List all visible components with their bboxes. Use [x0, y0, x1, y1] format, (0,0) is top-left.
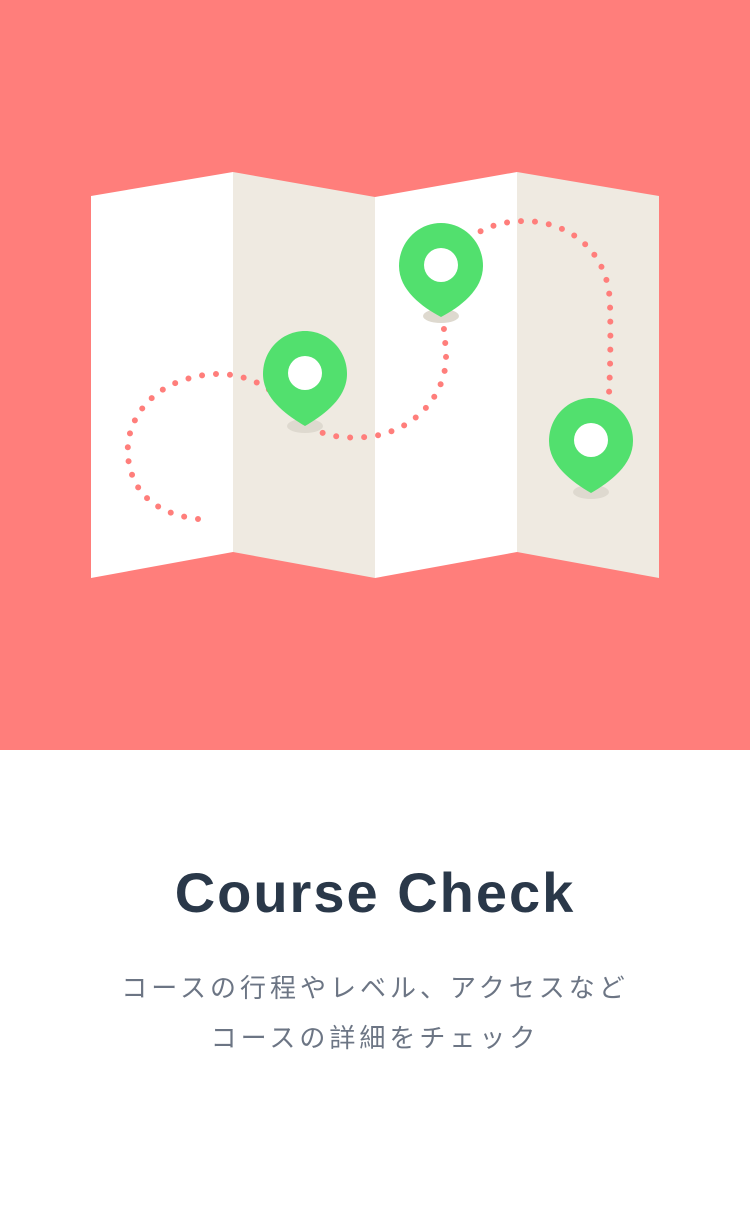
folded-map-icon — [91, 172, 659, 578]
map-illustration — [0, 0, 750, 750]
hero-illustration — [0, 0, 750, 750]
onboarding-screen: Course Check コースの行程やレベル、アクセスなど コースの詳細をチェ… — [0, 0, 750, 1224]
feature-description-line-2: コースの詳細をチェック — [210, 1024, 540, 1054]
feature-description-line-1: コースの行程やレベル、アクセスなど — [121, 974, 629, 1004]
feature-title: Course Check — [174, 861, 576, 924]
feature-copy: Course Check コースの行程やレベル、アクセスなど コースの詳細をチェ… — [0, 750, 750, 1224]
feature-description: コースの行程やレベル、アクセスなど コースの詳細をチェック — [0, 964, 750, 1064]
